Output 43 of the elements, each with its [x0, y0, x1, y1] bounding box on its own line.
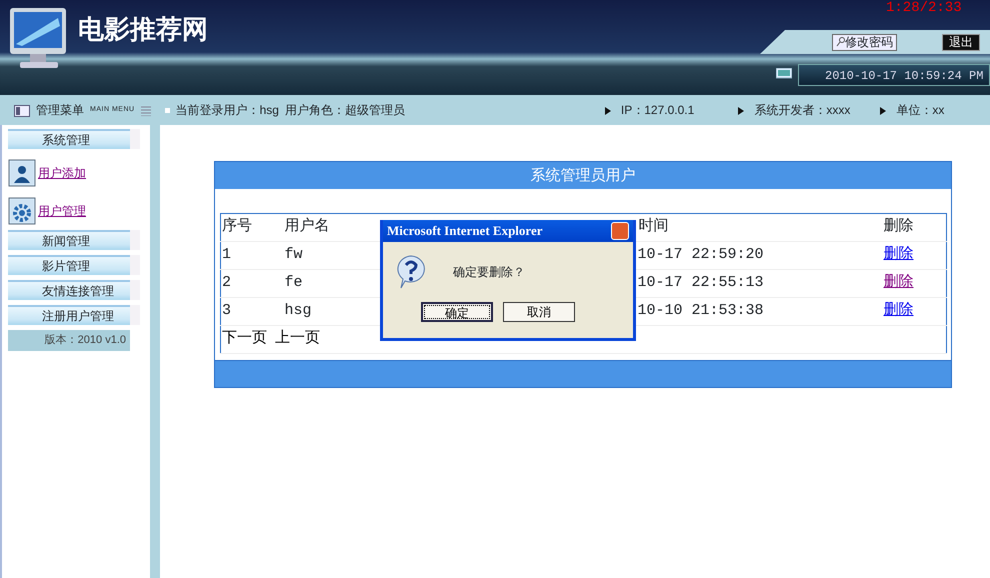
gear-icon	[8, 197, 36, 225]
version-text: 版本：2010 v1.0	[8, 330, 130, 350]
user-icon	[8, 159, 36, 187]
column-header: 时间	[638, 214, 882, 242]
dialog-message: 确定要删除？	[453, 264, 525, 281]
dialog-button[interactable]: 取消	[503, 302, 575, 322]
table-cell: fe	[284, 270, 364, 298]
dialog-title: Microsoft Internet Explorer	[387, 222, 542, 240]
delete-link[interactable]: 删除	[884, 274, 914, 292]
timer-text: 1:28/2:33	[886, 0, 962, 18]
menu-title: 管理菜单	[36, 102, 84, 119]
table-cell: 1	[220, 242, 284, 270]
bullet-icon	[164, 108, 170, 112]
sidebar-link[interactable]: 用户添加	[38, 164, 86, 182]
table-cell: hsg	[284, 298, 364, 326]
question-icon	[395, 254, 427, 290]
delete-link[interactable]: 删除	[884, 246, 914, 264]
logout-button[interactable]: 退出	[942, 34, 980, 50]
current-user-text: 当前登录用户：hsg	[176, 102, 279, 119]
role-text: 用户角色：超级管理员	[284, 102, 405, 119]
table-cell: fw	[284, 242, 364, 270]
dialog-button[interactable]: 确定	[421, 302, 493, 322]
table-cell: 2	[220, 270, 284, 298]
table-cell: 10-10 21:53:38	[638, 298, 882, 326]
change-password-button[interactable]: 修改密码	[832, 34, 897, 50]
monitor-icon	[776, 68, 792, 80]
column-header: 序号	[220, 214, 284, 242]
table-cell: 10-17 22:59:20	[638, 242, 882, 270]
column-header: 删除	[882, 214, 946, 242]
pager-link[interactable]: 下一页	[222, 330, 267, 348]
delete-link[interactable]: 删除	[884, 302, 914, 320]
site-title: 电影推荐网	[78, 13, 208, 46]
close-button[interactable]	[611, 222, 629, 240]
column-header: 用户名	[284, 214, 364, 242]
datetime-display: 2010-10-17 10:59:24 PM	[798, 64, 990, 86]
ip-text: IP：127.0.0.1	[620, 102, 694, 119]
unit-text: 单位：xx	[896, 102, 944, 119]
table-cell: 3	[220, 298, 284, 326]
table-cell: 10-17 22:55:13	[638, 270, 882, 298]
sidebar-link[interactable]: 用户管理	[38, 202, 86, 220]
pager-link[interactable]: 上一页	[275, 330, 320, 348]
panel-title: 系统管理员用户	[215, 162, 951, 189]
developer-text: 系统开发者：xxxx	[754, 102, 850, 119]
